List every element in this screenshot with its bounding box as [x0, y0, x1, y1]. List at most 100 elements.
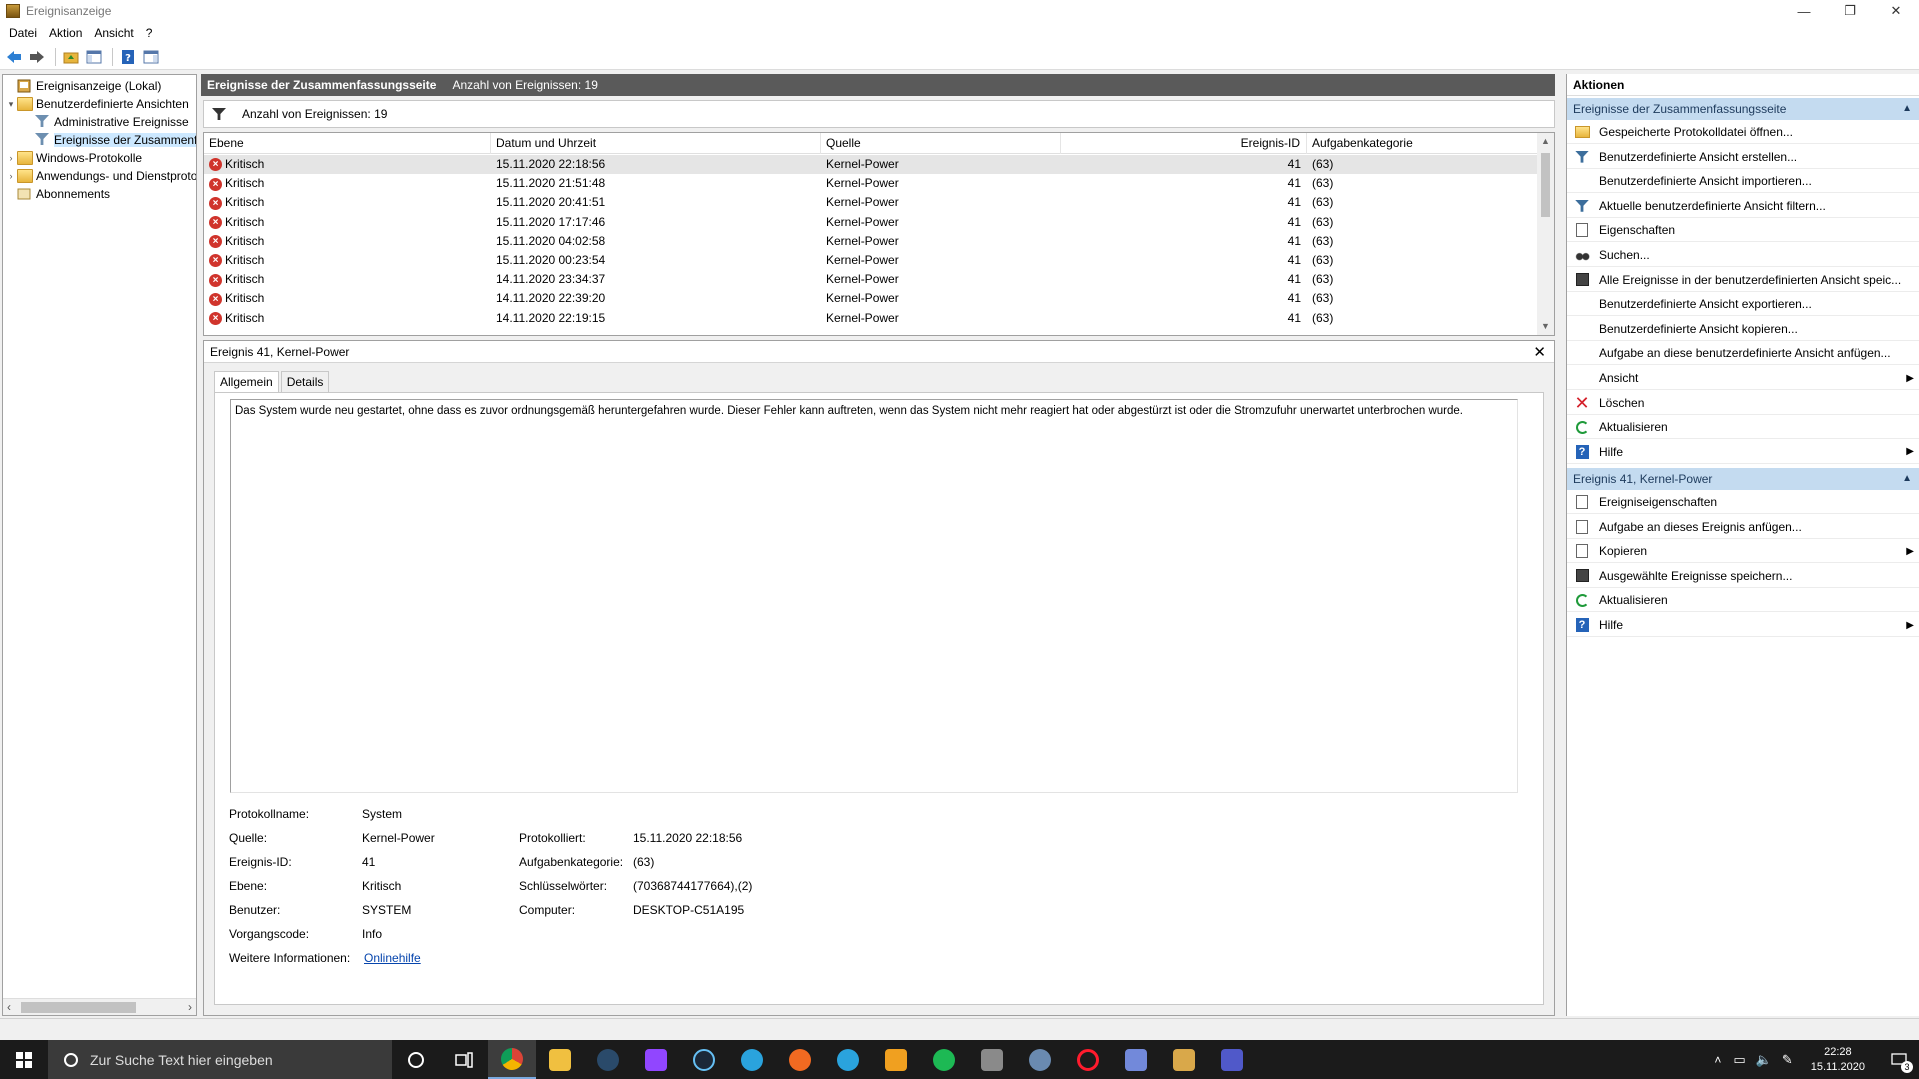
- expand-toggle[interactable]: ▾: [5, 99, 17, 110]
- actions-section-view[interactable]: Ereignisse der Zusammenfassungsseite ▲: [1567, 98, 1919, 120]
- online-help-link[interactable]: Onlinehilfe: [364, 951, 421, 965]
- tree-item-custom-views[interactable]: ▾ Benutzerdefinierte Ansichten: [5, 95, 189, 113]
- action-items2-3[interactable]: Ausgewählte Ereignisse speichern...: [1567, 565, 1919, 588]
- scroll-thumb[interactable]: [21, 1002, 136, 1013]
- action-items1-5[interactable]: Suchen...: [1567, 244, 1919, 267]
- table-row[interactable]: × Kritisch 15.11.2020 04:02:58 Kernel-Power…: [204, 232, 1538, 251]
- task-view-button[interactable]: [440, 1040, 488, 1079]
- scroll-thumb[interactable]: [1541, 153, 1550, 217]
- minimize-button[interactable]: —: [1781, 0, 1827, 22]
- tree-item-summary-events[interactable]: Ereignisse der Zusammenfassungsseite: [35, 131, 196, 149]
- network-icon[interactable]: ▭: [1733, 1052, 1745, 1068]
- taskbar-app-11[interactable]: [968, 1040, 1016, 1079]
- taskbar-explorer[interactable]: [536, 1040, 584, 1079]
- taskbar-app-8[interactable]: [824, 1040, 872, 1079]
- tray-chevron-icon[interactable]: ˄: [1714, 1053, 1721, 1067]
- taskbar-opera[interactable]: [1064, 1040, 1112, 1079]
- scroll-left-arrow[interactable]: ‹: [7, 1000, 11, 1014]
- col-quelle[interactable]: Quelle: [821, 133, 1061, 154]
- up-folder-button[interactable]: [61, 47, 81, 67]
- action-items1-10[interactable]: Ansicht ▶: [1567, 367, 1919, 390]
- action-items1-12[interactable]: Aktualisieren: [1567, 416, 1919, 440]
- action-items1-6[interactable]: Alle Ereignisse in der benutzerdefiniert…: [1567, 269, 1919, 292]
- grid-vertical-scrollbar[interactable]: ▲ ▼: [1537, 133, 1554, 335]
- action-items1-4[interactable]: Eigenschaften: [1567, 219, 1919, 243]
- action-items1-8[interactable]: Benutzerdefinierte Ansicht kopieren...: [1567, 318, 1919, 341]
- scroll-right-arrow[interactable]: ›: [188, 1000, 192, 1014]
- action-items1-2[interactable]: Benutzerdefinierte Ansicht importieren..…: [1567, 170, 1919, 194]
- collapse-icon[interactable]: ▲: [1902, 468, 1912, 490]
- action-items1-1[interactable]: Benutzerdefinierte Ansicht erstellen...: [1567, 146, 1919, 169]
- actions-section-event[interactable]: Ereignis 41, Kernel-Power ▲: [1567, 468, 1919, 490]
- tab-allgemein[interactable]: Allgemein: [214, 371, 279, 393]
- taskbar-app-3[interactable]: [584, 1040, 632, 1079]
- table-row[interactable]: × Kritisch 14.11.2020 22:19:15 Kernel-Power…: [204, 309, 1538, 328]
- search-input[interactable]: [90, 1051, 370, 1068]
- col-aufgabenkategorie[interactable]: Aufgabenkategorie: [1307, 133, 1538, 154]
- pen-icon[interactable]: ✎: [1782, 1052, 1793, 1068]
- tree-item-admin-events[interactable]: Administrative Ereignisse: [35, 113, 189, 131]
- action-items1-9[interactable]: Aufgabe an diese benutzerdefinierte Ansi…: [1567, 342, 1919, 366]
- scroll-down-arrow[interactable]: ▼: [1537, 318, 1554, 335]
- taskbar-steam[interactable]: [680, 1040, 728, 1079]
- tab-details[interactable]: Details: [280, 371, 330, 393]
- menu-help[interactable]: ?: [140, 26, 159, 40]
- scroll-up-arrow[interactable]: ▲: [1537, 133, 1554, 150]
- taskbar-app-9[interactable]: [872, 1040, 920, 1079]
- table-row[interactable]: × Kritisch 15.11.2020 17:17:46 Kernel-Power…: [204, 213, 1538, 232]
- start-button[interactable]: [0, 1040, 48, 1079]
- volume-icon[interactable]: 🔈: [1756, 1052, 1772, 1068]
- tree-item-local[interactable]: Ereignisanzeige (Lokal): [5, 77, 161, 95]
- col-datum[interactable]: Datum und Uhrzeit: [491, 133, 821, 154]
- clock[interactable]: 22:28 15.11.2020: [1811, 1045, 1865, 1075]
- back-button[interactable]: [4, 47, 24, 67]
- col-ebene[interactable]: Ebene: [204, 133, 491, 154]
- menu-ansicht[interactable]: Ansicht: [88, 26, 139, 40]
- tree-item-app-service-logs[interactable]: › Anwendungs- und Dienstprotokolle: [5, 167, 196, 185]
- action-items1-0[interactable]: Gespeicherte Protokolldatei öffnen...: [1567, 121, 1919, 144]
- table-row[interactable]: × Kritisch 14.11.2020 22:39:20 Kernel-Power…: [204, 289, 1538, 308]
- help-toolbar-button[interactable]: ?: [118, 47, 138, 67]
- action-items1-7[interactable]: Benutzerdefinierte Ansicht exportieren..…: [1567, 293, 1919, 317]
- table-row[interactable]: × Kritisch 15.11.2020 20:41:51 Kernel-Power…: [204, 193, 1538, 212]
- close-window-button[interactable]: ✕: [1873, 0, 1919, 22]
- menu-datei[interactable]: Datei: [3, 26, 43, 40]
- table-row[interactable]: × Kritisch 15.11.2020 22:18:56 Kernel-Power…: [204, 155, 1538, 174]
- tree-item-windows-logs[interactable]: › Windows-Protokolle: [5, 149, 142, 167]
- col-ereignis-id[interactable]: Ereignis-ID: [1061, 133, 1307, 154]
- taskbar-app-12[interactable]: [1016, 1040, 1064, 1079]
- expand-toggle[interactable]: ›: [5, 153, 17, 163]
- show-hide-tree-button[interactable]: [84, 47, 104, 67]
- collapse-icon[interactable]: ▲: [1902, 98, 1912, 120]
- tree-item-subscriptions[interactable]: Abonnements: [5, 185, 110, 203]
- tree-horizontal-scrollbar[interactable]: ‹ ›: [3, 998, 196, 1015]
- taskbar-spotify[interactable]: [920, 1040, 968, 1079]
- action-items2-5[interactable]: ? Hilfe ▶: [1567, 614, 1919, 637]
- action-items1-11[interactable]: ✕ Löschen: [1567, 392, 1919, 415]
- notification-center-button[interactable]: 3: [1879, 1040, 1919, 1079]
- table-row[interactable]: × Kritisch 14.11.2020 23:34:37 Kernel-Power…: [204, 270, 1538, 289]
- table-row[interactable]: × Kritisch 15.11.2020 00:23:54 Kernel-Power…: [204, 251, 1538, 270]
- taskbar-telegram[interactable]: [728, 1040, 776, 1079]
- taskbar-search[interactable]: [48, 1040, 392, 1079]
- taskbar-event-viewer[interactable]: [1160, 1040, 1208, 1079]
- action-items1-13[interactable]: ? Hilfe ▶: [1567, 441, 1919, 464]
- show-hide-action-pane-button[interactable]: [141, 47, 161, 67]
- taskbar-app-7[interactable]: [776, 1040, 824, 1079]
- close-detail-button[interactable]: ✕: [1533, 343, 1546, 361]
- restore-button[interactable]: ❐: [1827, 0, 1873, 22]
- forward-button[interactable]: [27, 47, 47, 67]
- action-items2-0[interactable]: Ereigniseigenschaften: [1567, 491, 1919, 514]
- cortana-button[interactable]: [392, 1040, 440, 1079]
- action-items1-3[interactable]: Aktuelle benutzerdefinierte Ansicht filt…: [1567, 195, 1919, 218]
- menu-aktion[interactable]: Aktion: [43, 26, 88, 40]
- event-message[interactable]: Das System wurde neu gestartet, ohne das…: [230, 399, 1518, 793]
- action-items2-2[interactable]: Kopieren ▶: [1567, 540, 1919, 564]
- taskbar-chrome[interactable]: [488, 1040, 536, 1079]
- taskbar-teams[interactable]: [1208, 1040, 1256, 1079]
- table-row[interactable]: × Kritisch 15.11.2020 21:51:48 Kernel-Power…: [204, 174, 1538, 193]
- taskbar-app-14[interactable]: [1112, 1040, 1160, 1079]
- action-items2-1[interactable]: Aufgabe an dieses Ereignis anfügen...: [1567, 516, 1919, 539]
- taskbar-twitch[interactable]: [632, 1040, 680, 1079]
- action-items2-4[interactable]: Aktualisieren: [1567, 589, 1919, 613]
